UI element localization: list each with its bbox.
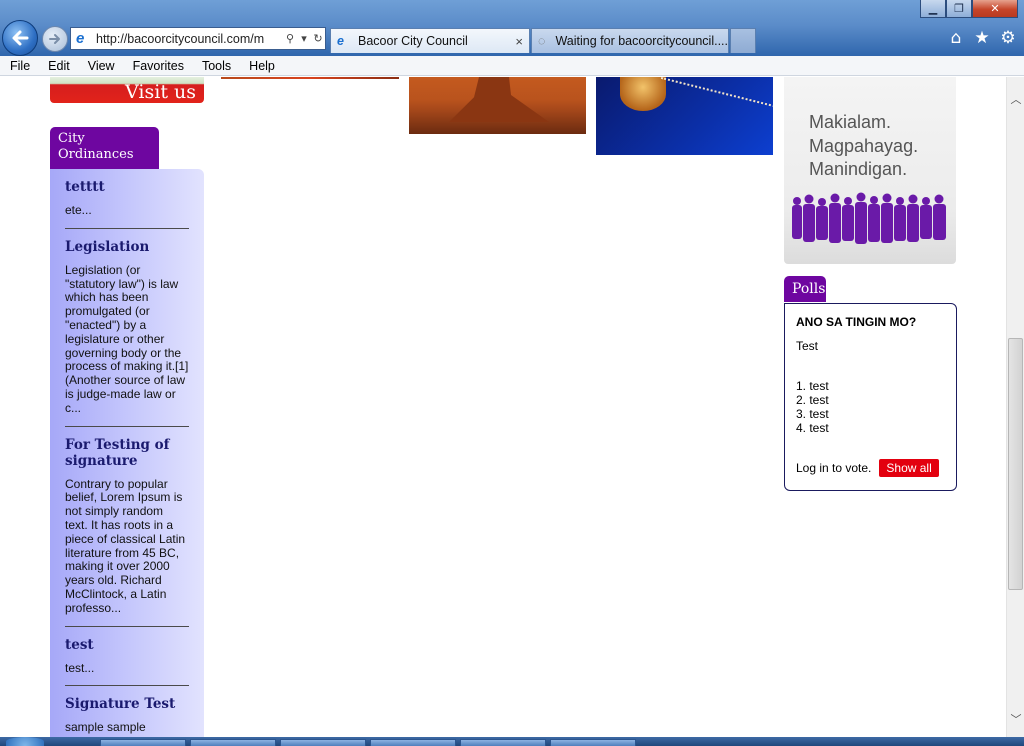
search-icon[interactable]: ⚲ <box>283 32 297 45</box>
tab-bacoor-city-council[interactable]: e Bacoor City Council × <box>330 28 530 53</box>
visit-us-text: Visit us <box>125 81 196 103</box>
refresh-icon[interactable]: ↻ <box>311 32 325 45</box>
poll-option: 1. test <box>796 379 829 393</box>
taskbar-item[interactable] <box>370 739 456 746</box>
makialam-advert[interactable]: Makialam. Magpahayag. Manindigan. <box>784 77 956 264</box>
forward-button[interactable] <box>42 26 68 52</box>
home-icon[interactable]: ⌂ <box>946 28 966 48</box>
taskbar-item[interactable] <box>460 739 546 746</box>
jellyfish-tentacles <box>654 77 773 136</box>
ordinance-title[interactable]: test <box>65 637 189 653</box>
gallery-image-jellyfish[interactable] <box>596 77 773 155</box>
taskbar-item[interactable] <box>190 739 276 746</box>
ordinance-item: Signature Test sample sample <box>65 696 189 737</box>
ordinance-excerpt: Legislation (or "statutory law") is law … <box>65 262 189 415</box>
menu-bar: File Edit View Favorites Tools Help <box>0 56 1024 76</box>
window-controls: ▁ ❐ ✕ <box>920 0 1018 18</box>
scroll-down-icon[interactable]: ﹀ <box>1010 711 1022 726</box>
tab-title: Waiting for bacoorcitycouncil.... <box>555 34 728 48</box>
browser-chrome: ▁ ❐ ✕ e http://bacoorcitycouncil.com/m ⚲… <box>0 0 1024 56</box>
advert-slogan: Makialam. Magpahayag. Manindigan. <box>809 111 918 182</box>
ordinance-item: Legislation Legislation (or "statutory l… <box>65 239 189 427</box>
poll-option: 4. test <box>796 421 829 435</box>
new-tab-button[interactable] <box>730 28 756 53</box>
favorites-star-icon[interactable]: ★ <box>972 28 992 48</box>
crowd-silhouette-icon <box>792 192 946 244</box>
menu-tools[interactable]: Tools <box>192 59 239 73</box>
poll-footer: Log in to vote. Show all <box>796 459 945 477</box>
menu-help[interactable]: Help <box>239 59 283 73</box>
visit-us-banner[interactable]: Visit us <box>50 77 204 103</box>
loading-spinner-icon: ◌ <box>538 34 546 48</box>
slogan-line: Manindigan. <box>809 159 908 179</box>
ordinance-item: test test... <box>65 637 189 687</box>
slogan-line: Makialam. <box>809 112 892 132</box>
tab-close-icon[interactable]: × <box>515 34 523 49</box>
restore-button[interactable]: ❐ <box>946 0 972 18</box>
gallery-image-desert[interactable] <box>409 77 586 134</box>
ie-tab-icon: e <box>337 34 344 48</box>
slogan-line: Magpahayag. <box>809 135 919 156</box>
poll-option: 3. test <box>796 407 829 421</box>
close-window-button[interactable]: ✕ <box>972 0 1018 18</box>
ordinance-excerpt: ete... <box>65 203 92 217</box>
login-to-vote-text: Log in to vote. <box>796 461 872 475</box>
menu-view[interactable]: View <box>78 59 123 73</box>
ordinance-title[interactable]: Signature Test <box>65 696 189 712</box>
taskbar-item[interactable] <box>100 739 186 746</box>
page-viewport: Visit us City Ordinances tetttt ete... L… <box>0 77 1006 737</box>
ie-page-icon: e <box>76 29 85 47</box>
polls-tab: Polls <box>784 276 826 302</box>
start-button[interactable] <box>6 737 44 746</box>
scrollbar-thumb[interactable] <box>1008 338 1023 590</box>
city-ordinances-tab: City Ordinances <box>50 127 159 169</box>
back-button[interactable] <box>2 20 38 56</box>
ordinance-title[interactable]: Legislation <box>65 239 189 255</box>
butte-shape <box>449 77 549 122</box>
menu-favorites[interactable]: Favorites <box>123 59 192 73</box>
gear-icon[interactable]: ⚙ <box>998 28 1018 48</box>
gallery-image-1[interactable] <box>221 77 399 79</box>
polls-panel: ANO SA TINGIN MO? Test 1. test 2. test 3… <box>784 303 957 491</box>
show-all-button[interactable]: Show all <box>879 459 939 477</box>
taskbar-item[interactable] <box>280 739 366 746</box>
menu-file[interactable]: File <box>0 59 38 73</box>
ordinance-excerpt: Contrary to popular belief, Lorem Ipsum … <box>65 476 186 615</box>
forward-arrow-icon <box>49 34 60 44</box>
ordinance-title[interactable]: For Testing of signature <box>65 437 189 469</box>
back-arrow-icon <box>12 30 29 46</box>
tab-loading[interactable]: ◌ Waiting for bacoorcitycouncil.... <box>531 28 729 53</box>
dropdown-arrow-icon[interactable]: ▾ <box>297 32 311 45</box>
address-bar[interactable]: e http://bacoorcitycouncil.com/m ⚲ ▾ ↻ <box>70 27 326 50</box>
poll-description: Test <box>796 339 819 353</box>
city-ordinances-panel: tetttt ete... Legislation Legislation (o… <box>50 169 204 737</box>
poll-option: 2. test <box>796 393 829 407</box>
menu-edit[interactable]: Edit <box>38 59 78 73</box>
poll-question: ANO SA TINGIN MO? <box>796 315 917 329</box>
browser-toolbar-icons: ⌂ ★ ⚙ <box>946 28 1018 48</box>
scroll-up-icon[interactable]: ︿ <box>1010 91 1022 106</box>
ordinance-item: For Testing of signature Contrary to pop… <box>65 437 189 627</box>
address-url[interactable]: http://bacoorcitycouncil.com/m <box>96 32 283 46</box>
vertical-scrollbar[interactable]: ︿ ﹀ <box>1006 77 1024 737</box>
ordinance-title[interactable]: tetttt <box>65 179 189 195</box>
ordinance-excerpt: sample sample <box>65 720 146 735</box>
minimize-button[interactable]: ▁ <box>920 0 946 18</box>
ordinance-item: tetttt ete... <box>65 179 189 229</box>
windows-taskbar <box>0 737 1024 746</box>
taskbar-item[interactable] <box>550 739 636 746</box>
ordinance-excerpt: test... <box>65 660 95 675</box>
tab-title: Bacoor City Council <box>358 34 468 48</box>
